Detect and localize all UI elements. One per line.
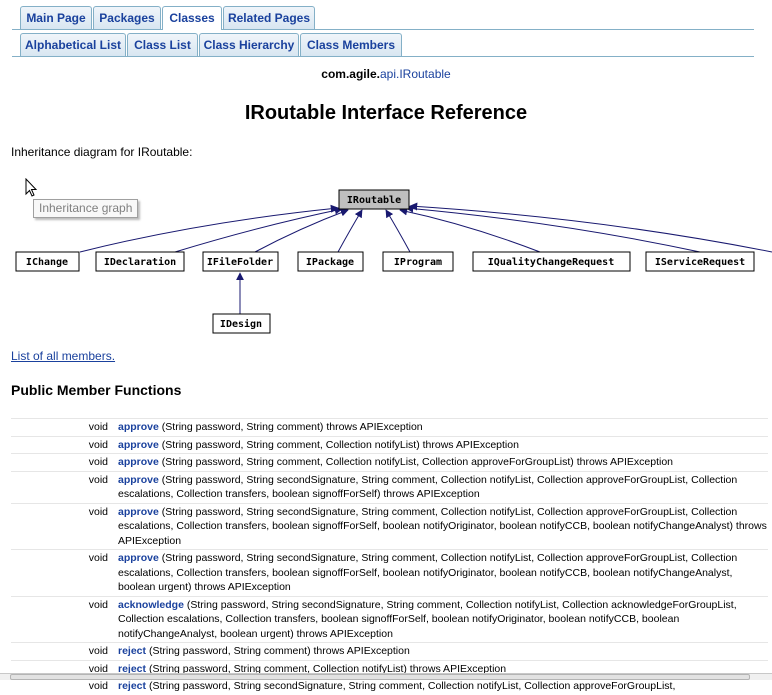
member-signature: approve (String password, String secondS… — [118, 551, 768, 595]
edge-ipackage — [337, 209, 363, 253]
node-ifilefolder[interactable]: IFileFolder — [202, 251, 279, 272]
node-idesign[interactable]: IDesign — [212, 313, 271, 334]
member-row: void reject (String password, String comm… — [11, 642, 768, 660]
member-signature: approve (String password, String comment… — [118, 438, 768, 453]
node-ipackage-label: IPackage — [306, 257, 354, 268]
member-link[interactable]: acknowledge — [118, 599, 184, 611]
node-ipackage[interactable]: IPackage — [297, 251, 364, 272]
member-link[interactable]: approve — [118, 474, 159, 486]
member-row: void approve (String password, String sec… — [11, 549, 768, 596]
member-args: (String password, String comment) throws… — [146, 645, 410, 657]
member-row: void approve (String password, String com… — [11, 435, 768, 454]
node-ifilefolder-label: IFileFolder — [207, 256, 273, 268]
member-link[interactable]: reject — [118, 645, 146, 657]
return-type: void — [88, 680, 108, 692]
node-ideclaration-label: IDeclaration — [104, 256, 176, 268]
member-row: void approve (String password, String sec… — [11, 502, 768, 550]
node-iroutable-label: IRoutable — [347, 195, 401, 206]
return-type: void — [88, 598, 108, 611]
member-args: (String password, String secondSignature… — [146, 680, 676, 692]
member-args: (String password, String secondSignature… — [118, 505, 767, 547]
member-signature: approve (String password, String comment… — [118, 455, 768, 470]
node-iprogram-label: IProgram — [394, 257, 442, 268]
mouse-cursor-icon — [25, 178, 38, 197]
member-link[interactable]: approve — [118, 506, 159, 518]
member-signature: approve (String password, String secondS… — [118, 505, 768, 549]
member-link[interactable]: reject — [118, 680, 146, 692]
member-row: void acknowledge (String password, String… — [11, 595, 768, 643]
node-iprogram[interactable]: IProgram — [382, 251, 454, 272]
return-type: void — [88, 552, 108, 564]
edge-iservicerequest — [405, 204, 701, 253]
node-iqualitychangerequest[interactable]: IQualityChangeRequest — [472, 251, 631, 272]
member-signature: approve (String password, String comment… — [118, 420, 768, 435]
member-row: void approve (String password, String sec… — [11, 470, 768, 503]
member-signature: reject (String password, String comment)… — [118, 644, 768, 659]
member-function-list: void approve (String password, String com… — [11, 418, 768, 695]
node-iservicerequest-label: IServiceRequest — [655, 256, 745, 268]
node-iqualitychangerequest-label: IQualityChangeRequest — [488, 256, 614, 268]
edge-iqualitychangerequest — [399, 207, 541, 253]
node-idesign-label: IDesign — [220, 318, 262, 330]
edge-ideclaration — [174, 206, 343, 253]
member-args: (String password, String secondSignature… — [118, 552, 738, 593]
member-signature: approve (String password, String secondS… — [118, 473, 768, 502]
member-signature: reject (String password, String secondSi… — [118, 679, 768, 694]
member-args: (String password, String secondSignature… — [118, 473, 738, 501]
member-link[interactable]: approve — [118, 439, 159, 451]
member-signature: acknowledge (String password, String sec… — [118, 598, 768, 642]
member-row: void approve (String password, String com… — [11, 418, 768, 436]
member-row: void approve (String password, String com… — [11, 453, 768, 471]
member-args: (String password, String comment, Collec… — [158, 456, 674, 468]
node-ideclaration[interactable]: IDeclaration — [95, 251, 185, 272]
node-ichange-label: IChange — [26, 257, 68, 268]
node-iroutable[interactable]: IRoutable — [338, 189, 410, 210]
node-iservicerequest[interactable]: IServiceRequest — [645, 251, 755, 272]
member-args: (String password, String secondSignature… — [118, 598, 737, 640]
edge-iprogram — [385, 209, 411, 253]
member-link[interactable]: approve — [118, 421, 159, 433]
list-all-members-link[interactable]: List of all members. — [11, 349, 115, 363]
return-type: void — [88, 505, 108, 518]
return-type: void — [88, 421, 108, 433]
scrollbar-thumb[interactable] — [10, 674, 750, 680]
member-link[interactable]: approve — [118, 456, 159, 468]
return-type: void — [88, 438, 108, 451]
member-args: (String password, String comment) throws… — [158, 421, 423, 433]
edge-offscreen — [409, 202, 772, 253]
section-title: Public Member Functions — [11, 382, 182, 398]
return-type: void — [88, 456, 108, 468]
node-ichange[interactable]: IChange — [15, 251, 80, 272]
return-type: void — [88, 645, 108, 657]
inheritance-graph-tooltip: Inheritance graph — [33, 199, 139, 218]
return-type: void — [88, 473, 108, 486]
member-link[interactable]: approve — [118, 552, 159, 564]
inheritance-diagram: IRoutable IChange IDeclaration IFileFold… — [15, 189, 772, 334]
member-args: (String password, String comment, Collec… — [158, 438, 519, 451]
